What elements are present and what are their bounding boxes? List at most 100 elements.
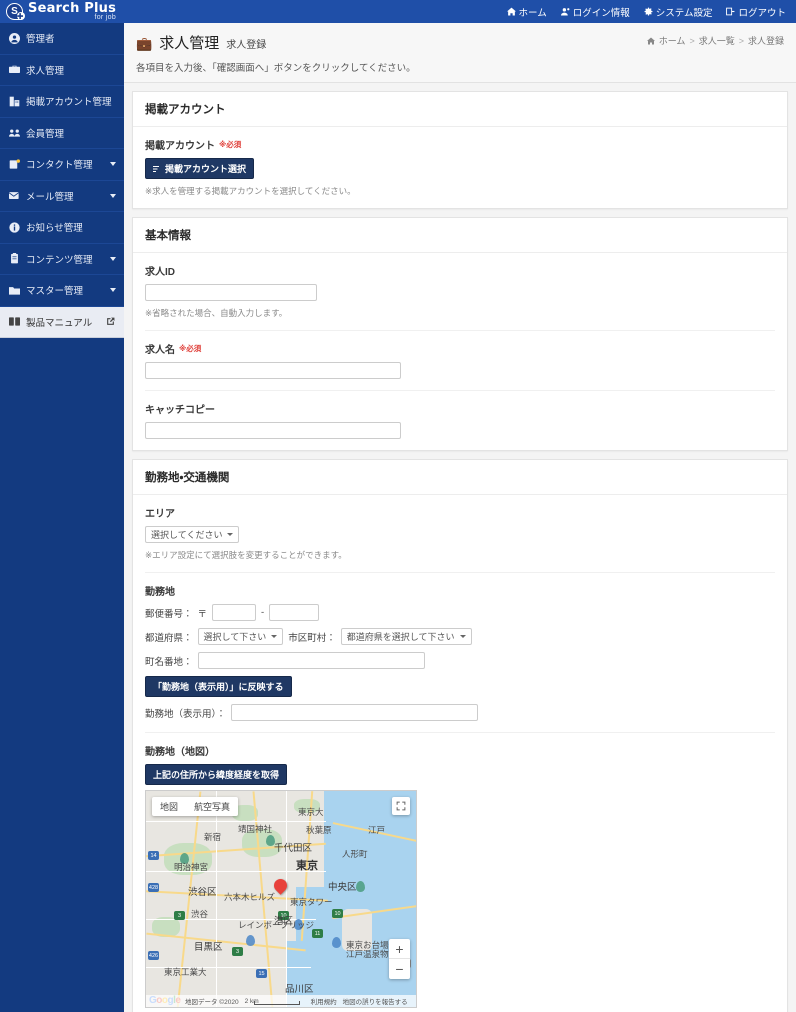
home-icon (506, 7, 516, 16)
map-attribution: 地図データ ©2020 (185, 999, 239, 1006)
geocode-from-address-button[interactable]: 上記の住所から緯度経度を取得 (145, 764, 288, 785)
map-scale-bar (254, 1001, 300, 1005)
sidebar-item-contents-management[interactable]: コンテンツ管理 (0, 244, 124, 275)
home-icon (646, 37, 655, 44)
contact-icon (8, 159, 20, 170)
sidebar-label-contents-management: コンテンツ管理 (26, 254, 93, 266)
map-type-toggle[interactable]: 地図 航空写真 (152, 797, 239, 816)
logout-icon (726, 7, 735, 16)
chevron-down-icon (227, 533, 234, 536)
prefecture-select[interactable]: 選択して下さい (197, 628, 284, 645)
map-zoom-in-button[interactable]: + (389, 939, 410, 959)
map-type-satellite[interactable]: 航空写真 (186, 797, 238, 816)
map-label: 靖国神社 (238, 824, 273, 834)
map-fullscreen-button[interactable] (392, 797, 410, 815)
topnav-label-logout: ログアウト (738, 7, 786, 19)
map-label: 新宿 (204, 832, 222, 842)
prefecture-city-row: 都道府県： 選択して下さい 市区町村： 都道府県を選択して下さい (145, 628, 775, 645)
building-icon (8, 96, 20, 107)
sidebar-item-contact-management[interactable]: コンタクト管理 (0, 149, 124, 181)
briefcase-icon: 💼 (136, 36, 153, 51)
display-address-input[interactable] (230, 704, 478, 721)
map-label: 中央区 (328, 882, 357, 893)
sidebar-label-job-management: 求人管理 (26, 65, 65, 77)
postal-code-row: 郵便番号： 〒 - (145, 604, 775, 621)
map-footer: 地図データ ©2020 2 km 利用規約 地図の誤りを報告する (146, 995, 416, 1007)
field-area: エリア 選択してください ※エリア設定にて選択肢を変更することができます。 (145, 495, 775, 573)
sidebar-item-mail-management[interactable]: メール管理 (0, 181, 124, 212)
map-label: 目黒区 (194, 942, 223, 953)
map-zoom-controls[interactable]: + − (389, 939, 410, 979)
select-posting-account-button[interactable]: 掲載アカウント選択 (145, 158, 255, 179)
fullscreen-icon (396, 801, 406, 811)
postal-mark: 〒 (197, 608, 208, 620)
catch-copy-input[interactable] (145, 422, 401, 439)
postal-code-input-1[interactable] (212, 604, 257, 621)
map-report-link[interactable]: 地図の誤りを報告する (343, 996, 408, 1006)
clipboard-icon (8, 253, 20, 264)
map-label: 渋谷 (191, 909, 209, 919)
panel-posting-account: 掲載アカウント 掲載アカウント ※必須 掲載アカウント選択 ※求人を管理する掲載… (132, 91, 788, 209)
topnav-item-login-info[interactable]: ログイン情報 (560, 5, 630, 19)
map-label: 東京タワー (290, 897, 333, 907)
street-row: 町名番地： (145, 652, 775, 669)
sidebar-label-member-management: 会員管理 (26, 128, 65, 140)
sidebar-item-account-management[interactable]: 掲載アカウント管理 (0, 86, 124, 118)
prefecture-select-value: 選択して下さい (203, 632, 267, 642)
sidebar-label-product-manual: 製品マニュアル (26, 317, 93, 329)
brand-logo[interactable]: S ✚ Search Plus for job (0, 2, 116, 21)
label-display-address: 勤務地（表示用）： (145, 708, 226, 720)
sidebar-item-master-management[interactable]: マスター管理 (0, 275, 124, 307)
label-postal-code: 郵便番号： (145, 608, 193, 620)
required-badge: ※必須 (219, 140, 242, 149)
breadcrumb-item-job-list[interactable]: 求人一覧 (699, 34, 735, 47)
note-posting-account: ※求人を管理する掲載アカウントを選択してください。 (145, 186, 356, 196)
sidebar-item-notice-management[interactable]: お知らせ管理 (0, 212, 124, 244)
chevron-down-icon[interactable] (110, 193, 116, 198)
folder-icon (8, 285, 20, 296)
chevron-down-icon[interactable] (110, 256, 116, 261)
sidebar-item-product-manual[interactable]: 製品マニュアル (0, 306, 124, 338)
job-id-input[interactable] (145, 284, 317, 301)
field-workplace-map: 勤務地（地図） 上記の住所から緯度経度を取得 14 428 426 3 3 10… (145, 733, 775, 1012)
postal-code-input-2[interactable] (269, 604, 320, 621)
map-terms-link[interactable]: 利用規約 (311, 996, 337, 1006)
users-icon (8, 127, 20, 138)
reflect-display-address-label: 「勤務地（表示用）」に反映する (153, 682, 284, 692)
chevron-down-icon[interactable] (110, 162, 116, 167)
sidebar-item-member-management[interactable]: 会員管理 (0, 118, 124, 149)
breadcrumb-item-job-register: 求人登録 (747, 36, 784, 46)
map-label: 千代田区 (274, 843, 313, 854)
map-type-map[interactable]: 地図 (152, 797, 186, 816)
city-select[interactable]: 都道府県を選択して下さい (340, 628, 472, 645)
panel-work-location: 勤務地・交通機関 エリア 選択してください ※エリア設定にて選択肢を変更すること… (132, 459, 788, 1012)
location-map[interactable]: 14 428 426 3 3 10 10 11 15 357 (145, 790, 417, 1008)
street-input[interactable] (197, 652, 425, 669)
sidebar-label-master-management: マスター管理 (26, 286, 84, 298)
map-label: 渋谷区 (188, 887, 217, 898)
breadcrumb-item-home[interactable]: ホーム (659, 34, 686, 47)
map-label: 江戸 (368, 825, 386, 835)
required-badge: ※必須 (179, 344, 202, 353)
topnav-item-system-settings[interactable]: システム設定 (644, 5, 712, 19)
postal-separator: - (261, 607, 265, 618)
sidebar-item-admin[interactable]: 管理者 (0, 23, 124, 55)
topnav-item-home[interactable]: ホーム (506, 5, 547, 19)
area-select[interactable]: 選択してください (145, 526, 240, 543)
job-name-input[interactable] (145, 362, 401, 379)
topnav-item-logout[interactable]: ログアウト (726, 5, 786, 19)
map-label: レインボーブリッジ (238, 920, 314, 930)
briefcase-icon (8, 64, 20, 75)
chevron-down-icon[interactable] (110, 288, 116, 293)
searchplus-logo-icon: S ✚ (6, 3, 25, 20)
sidebar-item-job-management[interactable]: 求人管理 (0, 55, 124, 86)
note-area: ※エリア設定にて選択肢を変更することができます。 (145, 550, 347, 560)
area-select-value: 選択してください (151, 530, 223, 540)
page-header: 💼 求人管理 求人登録 各項目を入力後、「確認画面へ」ボタンをクリックしてくださ… (124, 23, 796, 83)
label-street: 町名番地： (145, 656, 193, 668)
page-title-main: 求人管理 (159, 35, 220, 52)
map-zoom-out-button[interactable]: − (389, 959, 410, 979)
breadcrumb-separator: > (689, 35, 695, 46)
reflect-display-address-button[interactable]: 「勤務地（表示用）」に反映する (145, 676, 292, 697)
select-posting-account-label: 掲載アカウント選択 (165, 164, 247, 174)
